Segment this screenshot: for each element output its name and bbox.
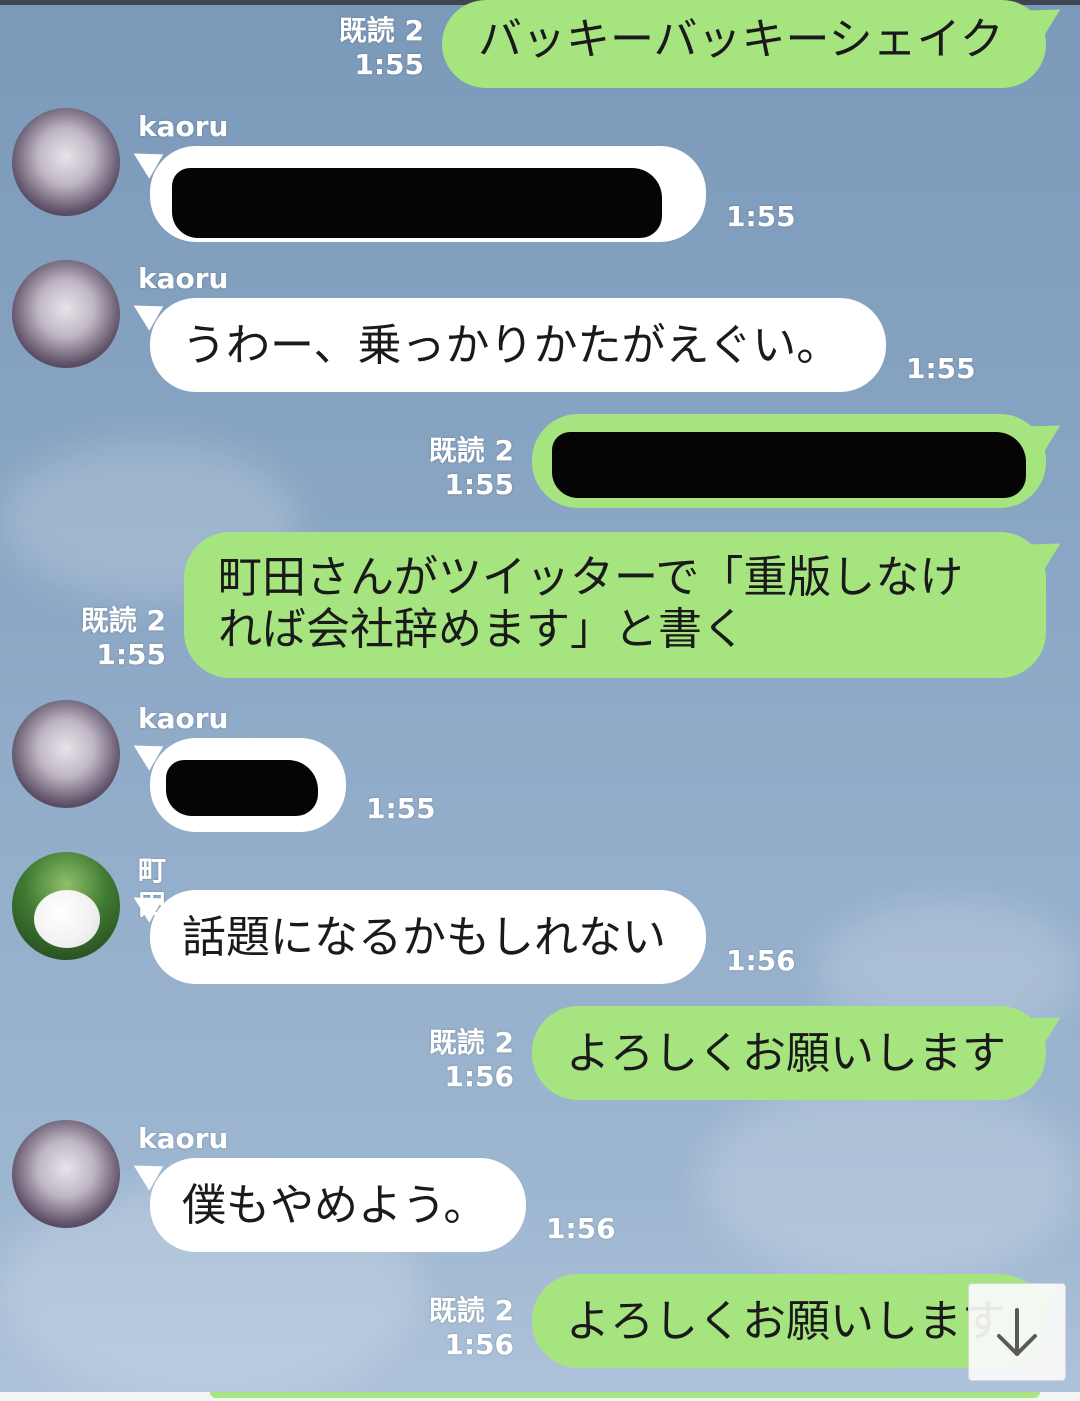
message-bubble[interactable] (532, 414, 1046, 508)
avatar[interactable] (12, 108, 120, 216)
message-text: バッキーバッキーシェイク (478, 14, 1004, 65)
message-text: 話題になるかもしれない (182, 912, 666, 963)
composer-edge (0, 1392, 1080, 1401)
message-bubble[interactable]: よろしくお願いします (532, 1006, 1046, 1100)
message-bubble[interactable]: うわー、乗っかりかたがえぐい。 (150, 298, 886, 392)
scroll-to-bottom-button[interactable] (968, 1283, 1066, 1381)
avatar[interactable] (12, 700, 120, 808)
message-time: 1:55 (366, 792, 436, 825)
sender-name: kaoru (138, 262, 229, 295)
avatar[interactable] (12, 852, 120, 960)
next-bubble-edge (210, 1392, 1040, 1398)
sender-name: kaoru (138, 1122, 229, 1155)
redaction-block (552, 432, 1026, 498)
message-text: 僕もやめよう。 (182, 1180, 488, 1231)
message-text: よろしくお願いします (566, 1296, 1006, 1347)
read-receipt: 既読 2 1:55 (80, 604, 166, 671)
avatar[interactable] (12, 1120, 120, 1228)
message-text: よろしくお願いします (566, 1028, 1006, 1079)
message-bubble[interactable]: 僕もやめよう。 (150, 1158, 526, 1252)
arrow-down-icon (997, 1308, 1037, 1356)
message-text: うわー、乗っかりかたがえぐい。 (182, 320, 841, 371)
read-receipt: 既読 2 1:55 (428, 434, 514, 501)
redaction-block (166, 760, 318, 816)
message-bubble[interactable] (150, 738, 346, 832)
read-receipt: 既読 2 1:55 (338, 14, 424, 81)
message-bubble[interactable]: バッキーバッキーシェイク (442, 0, 1046, 88)
turnip-icon (34, 890, 100, 948)
message-time: 1:55 (906, 352, 976, 385)
read-receipt: 既読 2 1:56 (428, 1294, 514, 1361)
message-time: 1:55 (726, 200, 796, 233)
message-time: 1:56 (726, 944, 796, 977)
cloud-bg (700, 1080, 1080, 1280)
read-receipt: 既読 2 1:56 (428, 1026, 514, 1093)
sender-name: kaoru (138, 110, 229, 143)
redaction-block (172, 168, 662, 238)
message-bubble[interactable] (150, 146, 706, 242)
message-time: 1:56 (546, 1212, 616, 1245)
sender-name: kaoru (138, 702, 229, 735)
message-bubble[interactable]: 町田さんがツイッターで「重版しなけ れば会社辞めます」と書く (184, 532, 1046, 678)
message-bubble[interactable]: 話題になるかもしれない (150, 890, 706, 984)
message-text-line: れば会社辞めます」と書く (218, 604, 746, 655)
message-text-line: 町田さんがツイッターで「重版しなけ (218, 552, 964, 603)
avatar[interactable] (12, 260, 120, 368)
